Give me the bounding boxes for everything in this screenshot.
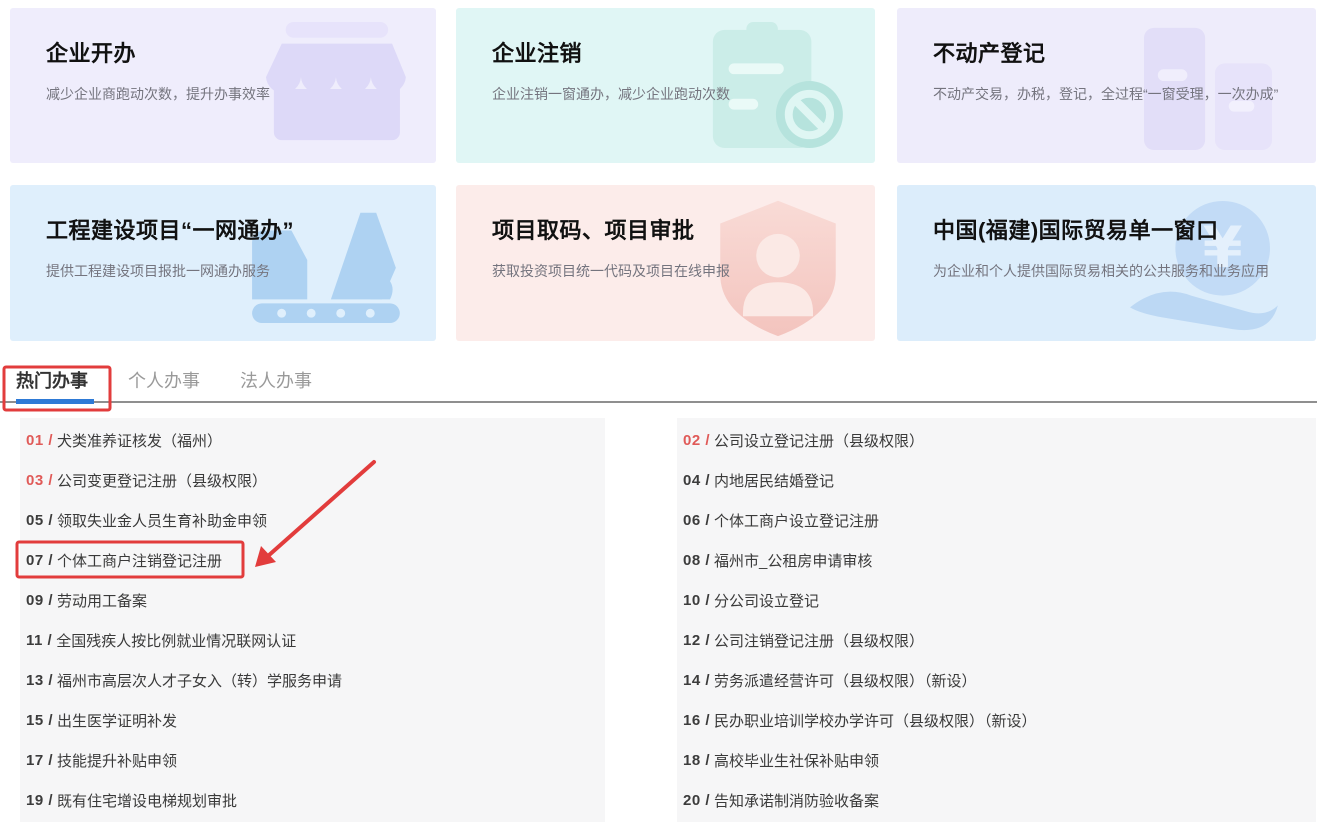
card-title: 工程建设项目“一网通办” [10, 185, 436, 245]
service-item-08[interactable]: 08 /福州市_公租房申请审核 [677, 540, 1316, 580]
service-title: 劳动用工备案 [57, 590, 147, 611]
service-title: 公司变更登记注册（县级权限） [57, 470, 267, 491]
service-item-06[interactable]: 06 /个体工商户设立登记注册 [677, 500, 1316, 540]
card-business-opening[interactable]: 企业开办减少企业商跑动次数，提升办事效率 [10, 8, 436, 163]
service-title: 个体工商户注销登记注册 [57, 550, 222, 571]
service-rank: 14 / [683, 672, 710, 689]
service-title: 高校毕业生社保补贴申领 [714, 750, 879, 771]
service-item-11[interactable]: 11 /全国残疾人按比例就业情况联网认证 [20, 620, 605, 660]
card-desc: 企业注销一窗通办，减少企业跑动次数 [492, 84, 851, 106]
card-project-code-approval[interactable]: 项目取码、项目审批获取投资项目统一代码及项目在线申报 [456, 185, 875, 341]
service-title: 犬类准养证核发（福州） [57, 430, 222, 451]
service-item-18[interactable]: 18 /高校毕业生社保补贴申领 [677, 740, 1316, 780]
service-rank: 15 / [26, 712, 53, 729]
card-desc: 为企业和个人提供国际贸易相关的公共服务和业务应用 [933, 261, 1292, 283]
card-title: 企业开办 [10, 8, 436, 68]
service-item-07[interactable]: 07 /个体工商户注销登记注册 [20, 540, 605, 580]
service-item-09[interactable]: 09 /劳动用工备案 [20, 580, 605, 620]
services-tabs: 热门办事 个人办事 法人办事 [16, 369, 312, 393]
hot-services-panel-left: 01 /犬类准养证核发（福州）03 /公司变更登记注册（县级权限）05 /领取失… [20, 418, 605, 822]
service-rank: 19 / [26, 792, 53, 809]
service-title: 既有住宅增设电梯规划审批 [57, 790, 237, 811]
card-title: 不动产登记 [897, 8, 1316, 68]
card-business-deregistration[interactable]: 企业注销企业注销一窗通办，减少企业跑动次数 [456, 8, 875, 163]
service-rank: 12 / [683, 632, 710, 649]
service-item-14[interactable]: 14 /劳务派遣经营许可（县级权限）（新设） [677, 660, 1316, 700]
card-title: 项目取码、项目审批 [456, 185, 875, 245]
tab-legal-entity-services[interactable]: 法人办事 [240, 369, 312, 393]
service-rank: 10 / [683, 592, 710, 609]
service-item-15[interactable]: 15 /出生医学证明补发 [20, 700, 605, 740]
service-rank: 01 / [26, 432, 53, 449]
card-desc: 获取投资项目统一代码及项目在线申报 [492, 261, 851, 283]
card-desc: 提供工程建设项目报批一网通办服务 [46, 261, 412, 283]
service-title: 全国残疾人按比例就业情况联网认证 [56, 630, 296, 651]
service-title: 领取失业金人员生育补助金申领 [57, 510, 267, 531]
card-desc: 不动产交易，办税，登记，全过程“一窗受理，一次办成” [933, 84, 1292, 106]
service-item-19[interactable]: 19 /既有住宅增设电梯规划审批 [20, 780, 605, 820]
service-rank: 17 / [26, 752, 53, 769]
service-item-02[interactable]: 02 /公司设立登记注册（县级权限） [677, 420, 1316, 460]
service-title: 出生医学证明补发 [57, 710, 177, 731]
card-construction-project-online[interactable]: 工程建设项目“一网通办” 提供工程建设项目报批一网通办服务 [10, 185, 436, 341]
service-rank: 11 / [26, 632, 52, 649]
service-rank: 03 / [26, 472, 53, 489]
card-title: 中国(福建)国际贸易单一窗口 [897, 185, 1316, 245]
service-rank: 02 / [683, 432, 710, 449]
service-item-17[interactable]: 17 /技能提升补贴申领 [20, 740, 605, 780]
service-rank: 06 / [683, 512, 710, 529]
service-rank: 07 / [26, 552, 53, 569]
service-rank: 04 / [683, 472, 710, 489]
service-item-01[interactable]: 01 /犬类准养证核发（福州） [20, 420, 605, 460]
card-trade-single-window[interactable]: ¥中国(福建)国际贸易单一窗口为企业和个人提供国际贸易相关的公共服务和业务应用 [897, 185, 1316, 341]
tab-personal-services[interactable]: 个人办事 [128, 369, 200, 393]
service-title: 福州市_公租房申请审核 [714, 550, 872, 571]
service-rank: 18 / [683, 752, 710, 769]
service-rank: 16 / [683, 712, 710, 729]
service-item-10[interactable]: 10 /分公司设立登记 [677, 580, 1316, 620]
tab-hot-services[interactable]: 热门办事 [16, 369, 88, 393]
service-title: 劳务派遣经营许可（县级权限）（新设） [714, 670, 977, 691]
service-item-05[interactable]: 05 /领取失业金人员生育补助金申领 [20, 500, 605, 540]
service-title: 福州市高层次人才子女入（转）学服务申请 [57, 670, 342, 691]
service-rank: 09 / [26, 592, 53, 609]
card-desc: 减少企业商跑动次数，提升办事效率 [46, 84, 412, 106]
service-rank: 13 / [26, 672, 53, 689]
service-title: 民办职业培训学校办学许可（县级权限）（新设） [714, 710, 1037, 731]
service-title: 内地居民结婚登记 [714, 470, 834, 491]
card-title: 企业注销 [456, 8, 875, 68]
service-title: 公司设立登记注册（县级权限） [714, 430, 924, 451]
service-title: 个体工商户设立登记注册 [714, 510, 879, 531]
service-item-12[interactable]: 12 /公司注销登记注册（县级权限） [677, 620, 1316, 660]
service-item-20[interactable]: 20 /告知承诺制消防验收备案 [677, 780, 1316, 820]
service-title: 分公司设立登记 [714, 590, 819, 611]
service-item-13[interactable]: 13 /福州市高层次人才子女入（转）学服务申请 [20, 660, 605, 700]
tabs-divider [0, 401, 1317, 403]
service-rank: 20 / [683, 792, 710, 809]
service-item-03[interactable]: 03 /公司变更登记注册（县级权限） [20, 460, 605, 500]
hot-services-panel-right: 02 /公司设立登记注册（县级权限）04 /内地居民结婚登记06 /个体工商户设… [677, 418, 1316, 822]
active-tab-underline [16, 399, 94, 404]
service-item-16[interactable]: 16 /民办职业培训学校办学许可（县级权限）（新设） [677, 700, 1316, 740]
service-title: 技能提升补贴申领 [57, 750, 177, 771]
service-rank: 08 / [683, 552, 710, 569]
service-title: 告知承诺制消防验收备案 [714, 790, 879, 811]
service-rank: 05 / [26, 512, 53, 529]
service-item-04[interactable]: 04 /内地居民结婚登记 [677, 460, 1316, 500]
card-real-estate-registration[interactable]: 不动产登记不动产交易，办税，登记，全过程“一窗受理，一次办成” [897, 8, 1316, 163]
service-title: 公司注销登记注册（县级权限） [714, 630, 924, 651]
